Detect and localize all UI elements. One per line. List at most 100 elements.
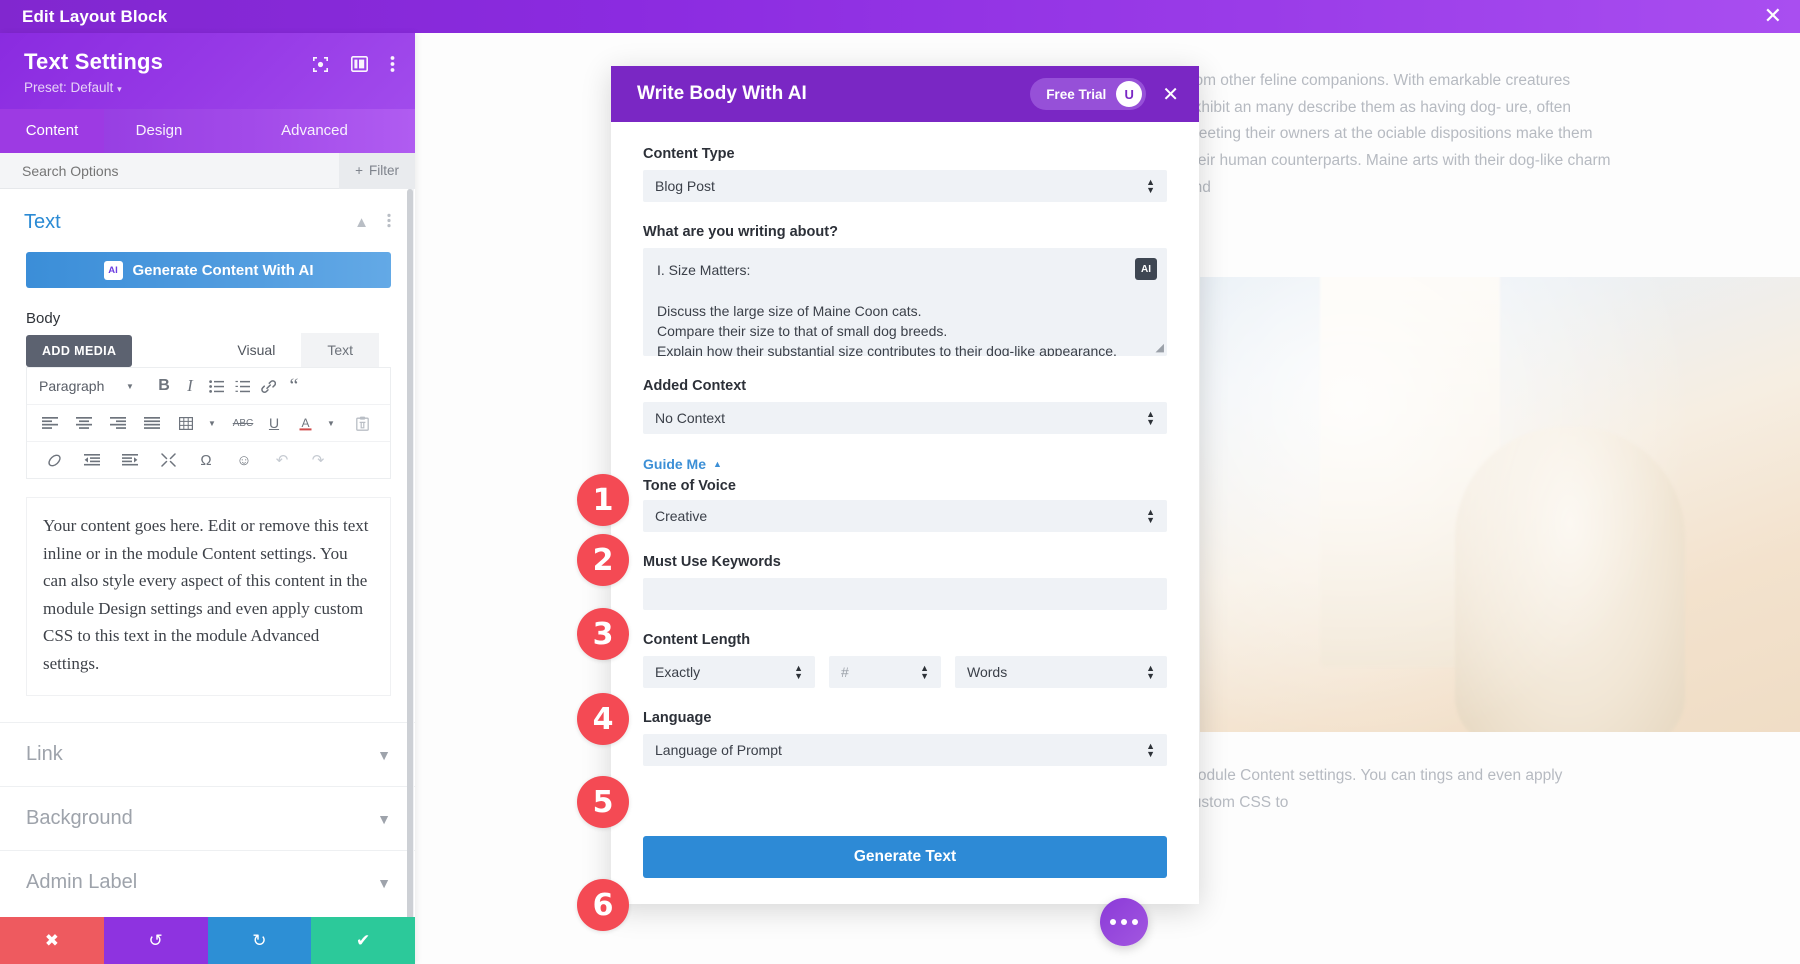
chevron-up-icon: ▲ <box>713 459 722 469</box>
preset-label: Preset: Default <box>24 80 114 95</box>
tab-content[interactable]: Content <box>0 109 104 153</box>
chevron-down-icon[interactable]: ▼ <box>117 373 143 399</box>
dialog-footer: Generate Text <box>611 836 1199 904</box>
redo-button[interactable]: ↻ <box>207 917 312 964</box>
tab-design[interactable]: Design <box>104 109 214 153</box>
numbered-list-icon[interactable] <box>229 373 255 399</box>
link-icon[interactable] <box>255 373 281 399</box>
redo-icon[interactable]: ↷ <box>305 447 331 473</box>
panel-footer: ✖ ↺ ↻ ✔ <box>0 917 415 964</box>
ai-chip-icon: AI <box>103 260 123 280</box>
generate-text-button[interactable]: Generate Text <box>643 836 1167 878</box>
accordion-item-background[interactable]: Background ▼ <box>0 786 415 850</box>
tab-advanced[interactable]: Advanced <box>214 109 415 153</box>
prompt-textarea[interactable]: I. Size Matters: Discuss the large size … <box>643 248 1167 356</box>
add-media-button[interactable]: ADD MEDIA <box>26 335 133 367</box>
generate-ai-label: Generate Content With AI <box>132 261 314 279</box>
search-input[interactable] <box>0 162 340 179</box>
chevron-up-icon[interactable]: ▲ <box>354 214 369 231</box>
underline-icon[interactable]: U <box>261 410 287 436</box>
align-right-icon[interactable] <box>105 410 131 436</box>
text-color-icon[interactable]: A <box>292 410 318 436</box>
resize-grip-icon[interactable]: ◢ <box>1156 341 1164 354</box>
search-row: + Filter <box>0 152 415 189</box>
chevron-updown-icon: ▲ ▼ <box>1146 409 1155 427</box>
tab-visual[interactable]: Visual <box>211 333 302 367</box>
align-center-icon[interactable] <box>71 410 97 436</box>
content-length-mode-value: Exactly <box>655 664 701 680</box>
kebab-menu-icon[interactable] <box>387 213 391 232</box>
emoji-icon[interactable]: ☺ <box>231 447 257 473</box>
close-icon[interactable]: ✕ <box>1764 5 1782 28</box>
section-text-header: Text ▲ <box>0 189 415 244</box>
prompt-wrapper: I. Size Matters: Discuss the large size … <box>643 248 1167 356</box>
bold-icon[interactable]: B <box>151 373 177 399</box>
content-length-mode-select[interactable]: Exactly ▲ ▼ <box>643 656 815 688</box>
preset-selector[interactable]: Preset: Default ▾ <box>24 80 393 95</box>
rich-text-editor-toolbar: Paragraph ▼ B I “ ▼ ABC U A ▼ Ω ☺ ↶ ↷ <box>26 367 391 479</box>
step-badge-1: 1 <box>577 474 629 526</box>
free-trial-badge[interactable]: Free Trial U <box>1030 78 1147 110</box>
paste-as-text-icon[interactable] <box>349 410 375 436</box>
undo-icon[interactable]: ↶ <box>269 447 295 473</box>
section-title: Text <box>24 211 61 233</box>
svg-text:A: A <box>301 416 309 430</box>
chevron-updown-icon: ▲ ▼ <box>1146 177 1155 195</box>
tab-text[interactable]: Text <box>301 333 379 367</box>
guide-me-toggle[interactable]: Guide Me ▲ <box>643 456 1167 472</box>
generate-content-with-ai-button[interactable]: AI Generate Content With AI <box>26 252 391 288</box>
content-type-select[interactable]: Blog Post ▲ ▼ <box>643 170 1167 202</box>
text-color-caret-icon[interactable]: ▼ <box>318 410 344 436</box>
italic-icon[interactable]: I <box>177 373 203 399</box>
content-length-unit-select[interactable]: Words ▲ ▼ <box>955 656 1167 688</box>
stepper-icon[interactable]: ▲ ▼ <box>920 664 929 681</box>
content-length-amount-input[interactable]: # ▲ ▼ <box>829 656 941 688</box>
accordion-item-admin-label[interactable]: Admin Label ▼ <box>0 850 415 914</box>
paragraph-format-select[interactable]: Paragraph <box>31 378 117 394</box>
panel-scrollbar-thumb[interactable] <box>407 189 413 917</box>
bulleted-list-icon[interactable] <box>203 373 229 399</box>
fullscreen-icon[interactable] <box>155 447 181 473</box>
chevron-down-icon: ▼ <box>377 874 391 891</box>
blockquote-icon[interactable]: “ <box>281 373 307 399</box>
cancel-button[interactable]: ✖ <box>0 917 104 964</box>
ai-chip-icon[interactable]: AI <box>1135 258 1157 280</box>
kebab-menu-icon[interactable] <box>390 55 395 73</box>
must-use-keywords-input[interactable] <box>643 578 1167 610</box>
accordion-label: Background <box>26 807 133 830</box>
align-justify-icon[interactable] <box>139 410 165 436</box>
filter-button[interactable]: + Filter <box>339 152 415 189</box>
tone-of-voice-select[interactable]: Creative ▲ ▼ <box>643 500 1167 532</box>
language-select[interactable]: Language of Prompt ▲ ▼ <box>643 734 1167 766</box>
content-length-amount-placeholder: # <box>841 664 849 680</box>
body-content-text[interactable]: Your content goes here. Edit or remove t… <box>26 497 391 697</box>
panel-scrollbar-track[interactable] <box>407 189 414 917</box>
align-left-icon[interactable] <box>37 410 63 436</box>
dot-2 <box>1121 919 1127 925</box>
chevron-updown-icon: ▲ ▼ <box>1146 507 1155 525</box>
layout-icon[interactable] <box>351 56 368 72</box>
increase-indent-icon[interactable] <box>117 447 143 473</box>
accordion-item-link[interactable]: Link ▼ <box>0 722 415 786</box>
focus-icon[interactable] <box>312 56 329 73</box>
avatar: U <box>1116 81 1143 107</box>
table-icon[interactable] <box>173 410 199 436</box>
close-icon[interactable]: ✕ <box>1156 82 1185 106</box>
more-options-icon[interactable] <box>1100 898 1148 946</box>
accordion-label: Admin Label <box>26 871 138 894</box>
screen-root: Edit Layout Block ✕ from other feline co… <box>0 0 1800 964</box>
save-button[interactable]: ✔ <box>311 917 415 964</box>
dialog-header: Write Body With AI Free Trial U ✕ <box>611 66 1199 122</box>
clear-formatting-icon[interactable] <box>41 447 67 473</box>
table-caret-icon[interactable]: ▼ <box>199 410 225 436</box>
decrease-indent-icon[interactable] <box>79 447 105 473</box>
undo-button[interactable]: ↺ <box>103 917 208 964</box>
editor-mode-tabs: Visual Text <box>211 333 379 367</box>
language-value: Language of Prompt <box>655 742 782 758</box>
step-badge-3: 3 <box>577 608 629 660</box>
strikethrough-icon[interactable]: ABC <box>230 410 256 436</box>
special-character-icon[interactable]: Ω <box>193 447 219 473</box>
chevron-down-icon: ▼ <box>377 746 391 763</box>
added-context-select[interactable]: No Context ▲ ▼ <box>643 402 1167 434</box>
